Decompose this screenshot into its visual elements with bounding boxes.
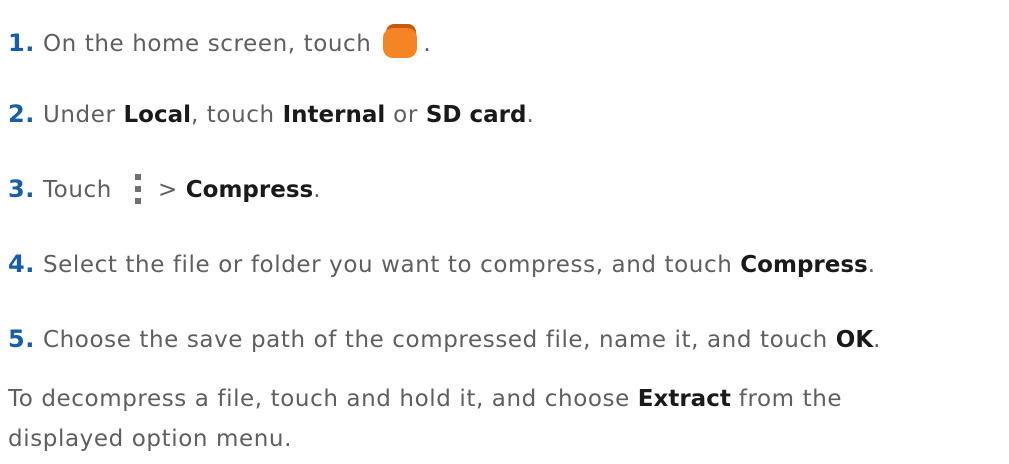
instruction-page: 1. On the home screen, touch . 2. Under … bbox=[0, 0, 1009, 464]
ui-term-compress: Compress bbox=[185, 177, 314, 203]
note-line-1: To decompress a file, touch and hold it,… bbox=[8, 384, 998, 414]
step-text: . bbox=[313, 177, 322, 203]
step-1: 1. On the home screen, touch . bbox=[8, 24, 431, 59]
ui-term-extract: Extract bbox=[637, 386, 731, 412]
note-text: To decompress a file, touch and hold it,… bbox=[8, 386, 638, 412]
step-4: 4. Select the file or folder you want to… bbox=[8, 249, 876, 280]
note-line-2: displayed option menu. bbox=[8, 426, 292, 452]
step-number: 1. bbox=[8, 29, 36, 57]
step-text: or bbox=[385, 102, 426, 128]
ui-term-local: Local bbox=[123, 102, 191, 128]
step-3: 3. Touch > Compress. bbox=[8, 174, 321, 205]
step-text: . bbox=[873, 327, 882, 353]
step-text: Choose the save path of the compressed f… bbox=[35, 327, 836, 353]
file-manager-app-icon bbox=[383, 24, 418, 58]
step-text: > bbox=[157, 177, 186, 203]
more-menu-icon bbox=[134, 174, 142, 204]
step-number: 2. bbox=[8, 100, 36, 128]
step-text: On the home screen, touch bbox=[35, 31, 380, 57]
ui-term-compress: Compress bbox=[740, 252, 868, 278]
step-text: , touch bbox=[190, 102, 283, 128]
step-5: 5. Choose the save path of the compresse… bbox=[8, 324, 881, 355]
ui-term-internal: Internal bbox=[282, 102, 386, 128]
step-2: 2. Under Local, touch Internal or SD car… bbox=[8, 99, 534, 130]
note-text: from the bbox=[730, 386, 843, 412]
step-text: Touch bbox=[35, 177, 112, 203]
ui-term-sd-card: SD card bbox=[425, 102, 527, 128]
step-text: Select the file or folder you want to co… bbox=[35, 252, 741, 278]
step-number: 4. bbox=[8, 250, 36, 278]
note-paragraph: To decompress a file, touch and hold it,… bbox=[8, 384, 998, 454]
step-text: . bbox=[526, 102, 535, 128]
ui-term-ok: OK bbox=[835, 327, 874, 353]
step-text: Under bbox=[35, 102, 124, 128]
step-number: 3. bbox=[8, 175, 36, 203]
step-text: . bbox=[867, 252, 876, 278]
step-number: 5. bbox=[8, 325, 36, 353]
step-text: . bbox=[423, 31, 432, 57]
